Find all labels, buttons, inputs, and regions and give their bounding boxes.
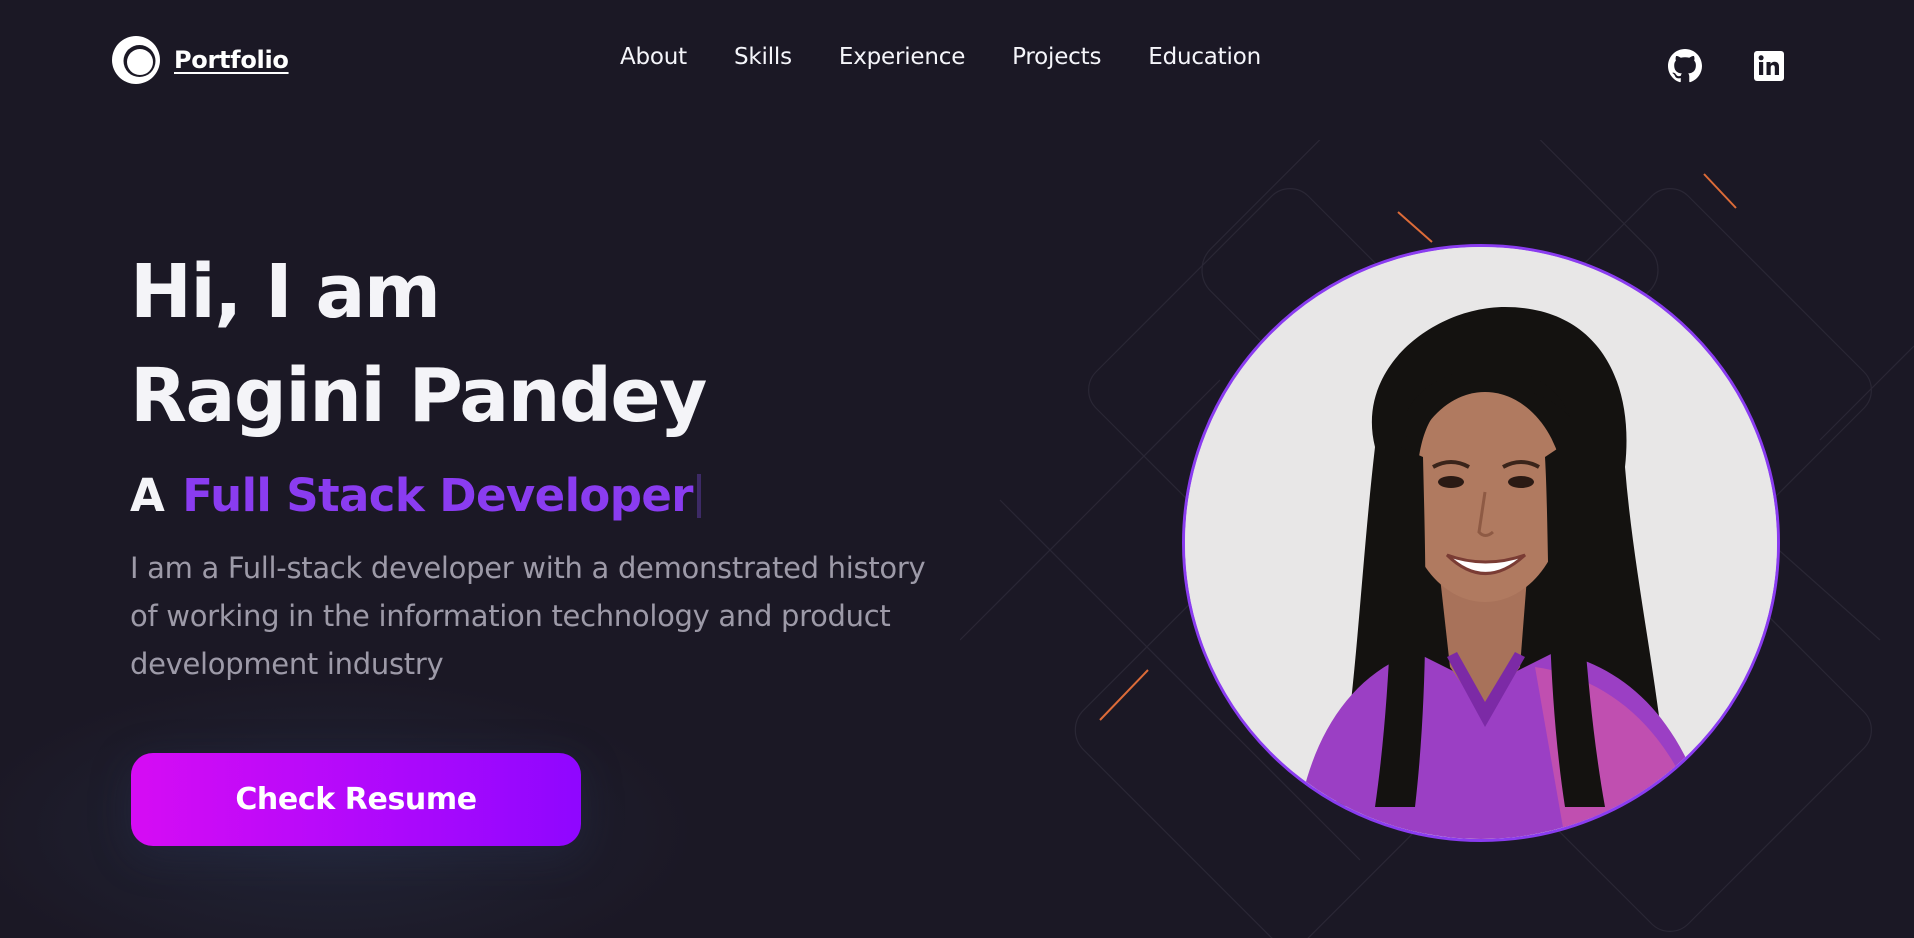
check-resume-button[interactable]: Check Resume <box>131 753 581 846</box>
role-line: A Full Stack Developer <box>130 466 950 526</box>
portfolio-page: Portfolio About Skills Experience Projec… <box>0 0 1914 938</box>
role-typewriter-text: Full Stack Developer <box>182 469 693 522</box>
hero-section: Hi, I am Ragini Pandey A Full Stack Deve… <box>130 240 950 688</box>
profile-photo <box>1182 244 1780 842</box>
nav-link-education[interactable]: Education <box>1148 44 1261 70</box>
nav-link-projects[interactable]: Projects <box>1012 44 1101 70</box>
role-prefix: A <box>130 469 165 522</box>
nav-link-about[interactable]: About <box>620 44 687 70</box>
crescent-circle-icon <box>112 36 160 84</box>
hero-name: Ragini Pandey <box>130 353 707 439</box>
nav-link-skills[interactable]: Skills <box>734 44 792 70</box>
main-nav: About Skills Experience Projects Educati… <box>620 44 1308 70</box>
linkedin-link[interactable] <box>1751 48 1787 84</box>
brand-logo-link[interactable]: Portfolio <box>110 34 289 86</box>
hero-description: I am a Full-stack developer with a demon… <box>130 551 926 681</box>
hero-title: Hi, I am Ragini Pandey <box>130 240 950 448</box>
brand-name: Portfolio <box>174 46 289 74</box>
github-icon <box>1668 49 1702 83</box>
linkedin-icon <box>1754 51 1784 81</box>
top-navbar: Portfolio About Skills Experience Projec… <box>0 0 1914 122</box>
typing-cursor <box>696 474 701 518</box>
profile-portrait-illustration <box>1185 247 1777 839</box>
hero-greeting: Hi, I am <box>130 249 441 335</box>
github-link[interactable] <box>1667 48 1703 84</box>
nav-link-experience[interactable]: Experience <box>839 44 965 70</box>
